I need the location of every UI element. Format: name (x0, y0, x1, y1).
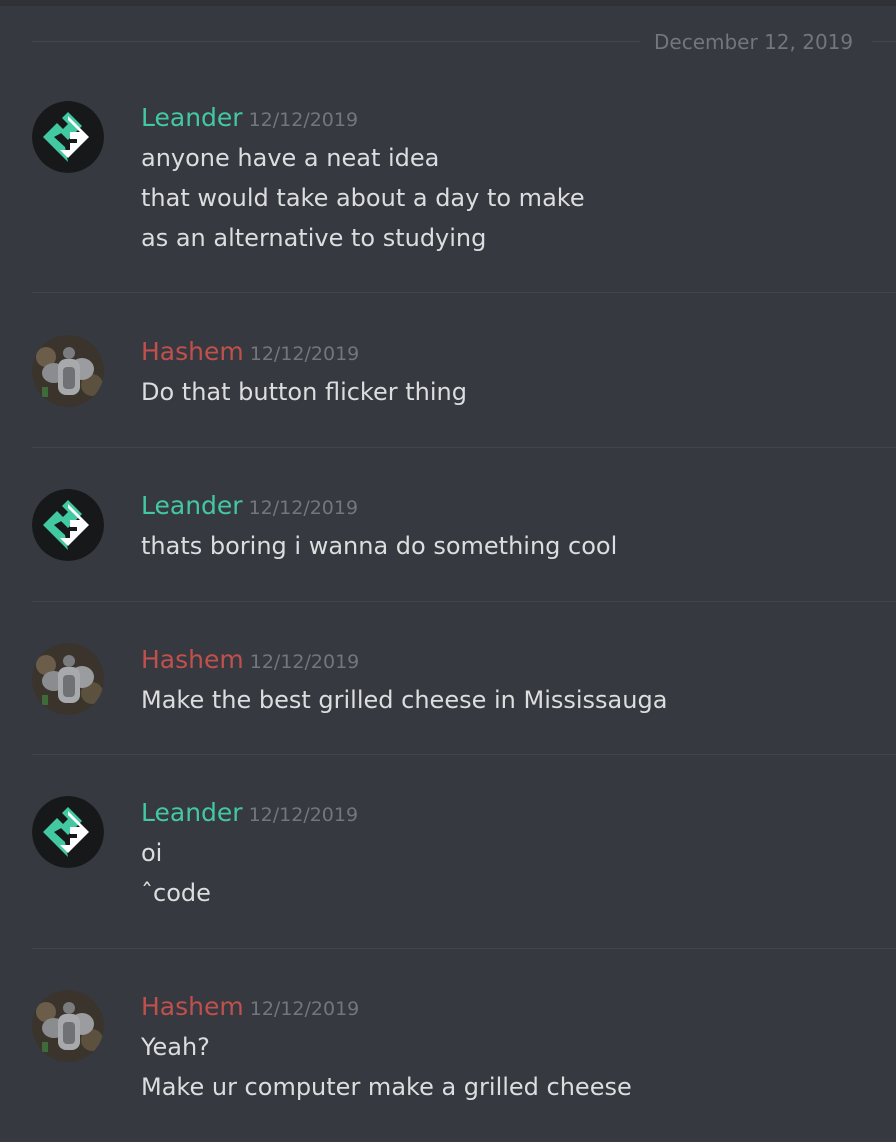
message-text: Yeah? (141, 1033, 210, 1061)
username[interactable]: Hashem (141, 645, 244, 674)
message-text: oi (141, 839, 163, 867)
divider-line (32, 41, 640, 42)
message-separator (32, 447, 896, 448)
message-text: anyone have a neat idea (141, 144, 440, 172)
timestamp: 12/12/2019 (249, 651, 360, 673)
message-text: as an alternative to studying (141, 224, 487, 252)
timestamp: 12/12/2019 (248, 804, 359, 826)
timestamp: 12/12/2019 (249, 998, 360, 1020)
message-header: Leander 12/12/2019 (141, 490, 358, 525)
message-separator (32, 754, 896, 755)
date-divider-label: December 12, 2019 (654, 30, 854, 54)
message-text: Make ur computer make a grilled cheese (141, 1073, 632, 1101)
username[interactable]: Leander (141, 798, 243, 827)
message-separator (32, 292, 896, 293)
timestamp: 12/12/2019 (248, 109, 359, 131)
message-text: ˆcode (141, 879, 211, 907)
leander-logo-avatar[interactable] (32, 101, 104, 173)
message-header: Hashem 12/12/2019 (141, 644, 359, 679)
username[interactable]: Hashem (141, 337, 244, 366)
leander-logo-avatar[interactable] (32, 489, 104, 561)
hashem-armor-avatar[interactable] (32, 335, 104, 407)
leander-logo-avatar[interactable] (32, 796, 104, 868)
message-header: Hashem 12/12/2019 (141, 991, 359, 1026)
username[interactable]: Leander (141, 491, 243, 520)
message-text: that would take about a day to make (141, 184, 585, 212)
message-text: Do that button flicker thing (141, 378, 467, 406)
username[interactable]: Hashem (141, 992, 244, 1021)
divider-line (872, 41, 896, 42)
timestamp: 12/12/2019 (248, 497, 359, 519)
message-header: Hashem 12/12/2019 (141, 336, 359, 371)
hashem-armor-avatar[interactable] (32, 643, 104, 715)
message-separator (32, 948, 896, 949)
message-text: thats boring i wanna do something cool (141, 532, 618, 560)
hashem-armor-avatar[interactable] (32, 990, 104, 1062)
message-separator (32, 601, 896, 602)
message-text: Make the best grilled cheese in Mississa… (141, 686, 668, 714)
username[interactable]: Leander (141, 103, 243, 132)
timestamp: 12/12/2019 (249, 343, 360, 365)
date-divider: December 12, 2019 (32, 28, 896, 56)
message-header: Leander 12/12/2019 (141, 797, 358, 832)
top-border (0, 0, 896, 6)
message-header: Leander 12/12/2019 (141, 102, 358, 137)
